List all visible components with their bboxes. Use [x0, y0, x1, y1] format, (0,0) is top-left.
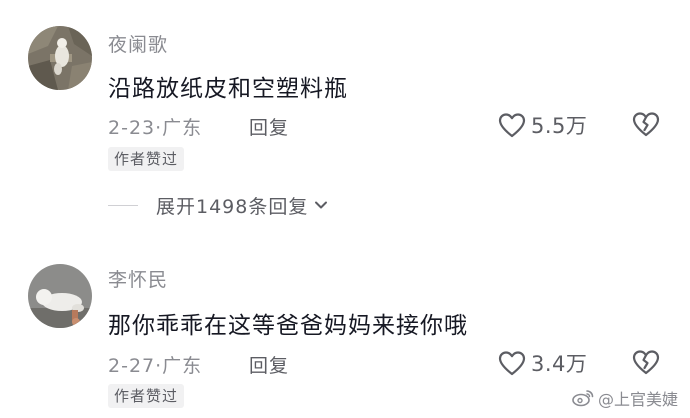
comment-item: 夜阑歌 沿路放纸皮和空塑料瓶 2-23·广东 回复 5.5万 作者赞过: [0, 0, 690, 180]
avatar-photo: [28, 26, 92, 90]
chevron-down-icon: [315, 201, 328, 209]
author-liked-badge: 作者赞过: [108, 384, 185, 408]
divider: [108, 204, 138, 206]
comment-text: 那你乖乖在这等爸爸妈妈来接你哦: [108, 313, 468, 339]
like-count: 3.4万: [531, 352, 588, 376]
avatar-photo: [28, 264, 92, 328]
expand-replies-button[interactable]: 展开1498条回复: [156, 192, 330, 219]
heart-icon: [498, 113, 526, 138]
author-liked-badge: 作者赞过: [108, 147, 185, 171]
heart-icon: [498, 351, 526, 376]
comment-text: 沿路放纸皮和空塑料瓶: [108, 76, 348, 102]
expand-replies-label: 展开1498条回复: [156, 195, 309, 218]
dislike-button[interactable]: [632, 111, 660, 139]
avatar[interactable]: [28, 26, 92, 90]
avatar[interactable]: [28, 264, 92, 328]
dislike-button[interactable]: [632, 349, 660, 377]
expand-replies-row: 展开1498条回复: [108, 190, 330, 220]
comment-location: 广东: [162, 117, 203, 139]
weibo-icon: [572, 390, 594, 407]
comment-location: 广东: [162, 355, 203, 377]
username[interactable]: 李怀民: [108, 265, 168, 292]
comment-date: 2-27: [108, 355, 156, 377]
comment-meta: 2-27·广东: [108, 351, 202, 378]
username[interactable]: 夜阑歌: [108, 30, 168, 57]
like-button[interactable]: 3.4万: [498, 349, 587, 377]
like-count: 5.5万: [531, 114, 588, 138]
watermark: @上官美婕: [572, 386, 678, 410]
comment-meta: 2-23·广东: [108, 113, 202, 140]
watermark-text: @上官美婕: [597, 390, 678, 409]
reply-button[interactable]: 回复: [249, 113, 289, 140]
broken-heart-icon: [632, 350, 660, 375]
like-button[interactable]: 5.5万: [498, 111, 587, 139]
broken-heart-icon: [632, 112, 660, 137]
comment-date: 2-23: [108, 117, 156, 139]
reply-button[interactable]: 回复: [249, 351, 289, 378]
